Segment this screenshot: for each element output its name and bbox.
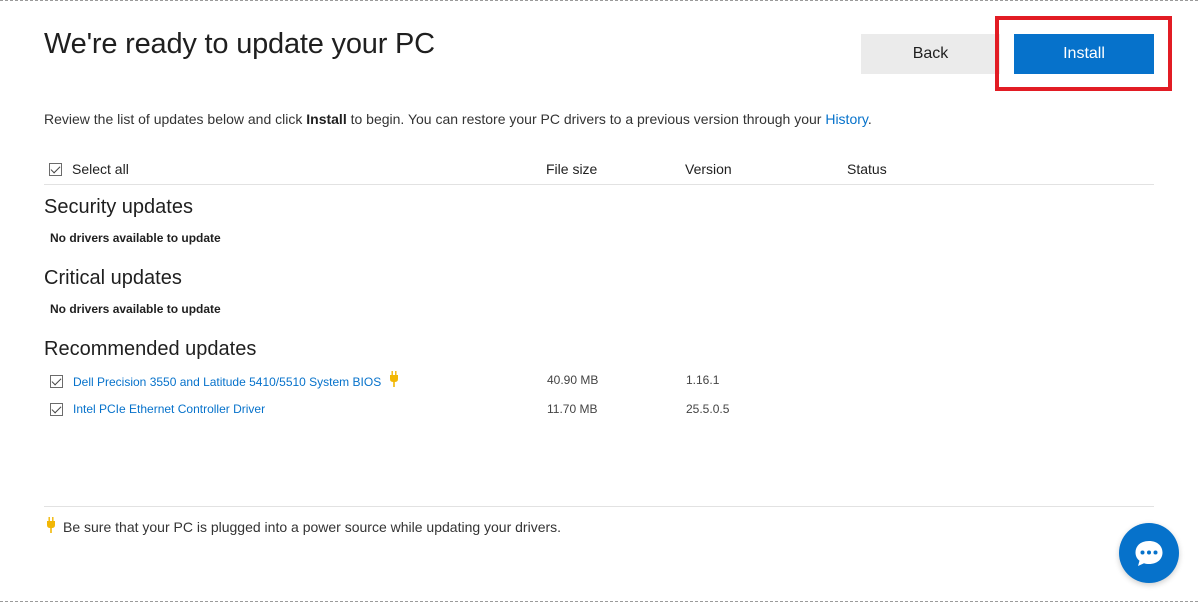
critical-updates-title: Critical updates [44, 267, 182, 289]
intro-text-start: Review the list of updates below and cli… [44, 111, 307, 127]
chat-button[interactable] [1119, 523, 1179, 583]
select-all-checkbox[interactable] [49, 163, 62, 176]
update-size-ethernet: 11.70 MB [547, 402, 598, 416]
column-header-version: Version [685, 161, 732, 177]
intro-install-bold: Install [306, 111, 347, 127]
header-divider [44, 184, 1154, 185]
back-button[interactable]: Back [861, 34, 1000, 74]
page-title: We're ready to update your PC [44, 28, 435, 60]
select-all-label[interactable]: Select all [72, 161, 129, 177]
history-link[interactable]: History [825, 111, 868, 127]
critical-no-drivers-message: No drivers available to update [50, 302, 221, 316]
chat-bubble-icon [1135, 541, 1163, 566]
plug-icon [390, 371, 398, 387]
column-header-status: Status [847, 161, 887, 177]
intro-text-middle: to begin. You can restore your PC driver… [346, 111, 826, 127]
footer-divider [44, 506, 1154, 507]
update-name-bios[interactable]: Dell Precision 3550 and Latitude 5410/55… [73, 375, 381, 389]
install-highlight-annotation [995, 16, 1172, 91]
update-version-ethernet: 25.5.0.5 [686, 402, 730, 416]
power-source-note: Be sure that your PC is plugged into a p… [63, 519, 562, 535]
column-header-file-size: File size [546, 161, 598, 177]
plug-icon [47, 517, 55, 533]
intro-text-end: . [867, 111, 872, 127]
intro-text: Review the list of updates below and cli… [44, 111, 872, 127]
update-checkbox-bios[interactable] [50, 375, 63, 388]
update-checkbox-ethernet[interactable] [50, 403, 63, 416]
recommended-updates-title: Recommended updates [44, 338, 257, 360]
update-name-ethernet[interactable]: Intel PCIe Ethernet Controller Driver [73, 402, 265, 416]
update-size-bios: 40.90 MB [547, 373, 599, 387]
security-updates-title: Security updates [44, 196, 193, 218]
bottom-dashed-border [0, 601, 1198, 602]
top-dashed-border [0, 0, 1198, 1]
update-version-bios: 1.16.1 [686, 373, 720, 387]
security-no-drivers-message: No drivers available to update [50, 231, 221, 245]
